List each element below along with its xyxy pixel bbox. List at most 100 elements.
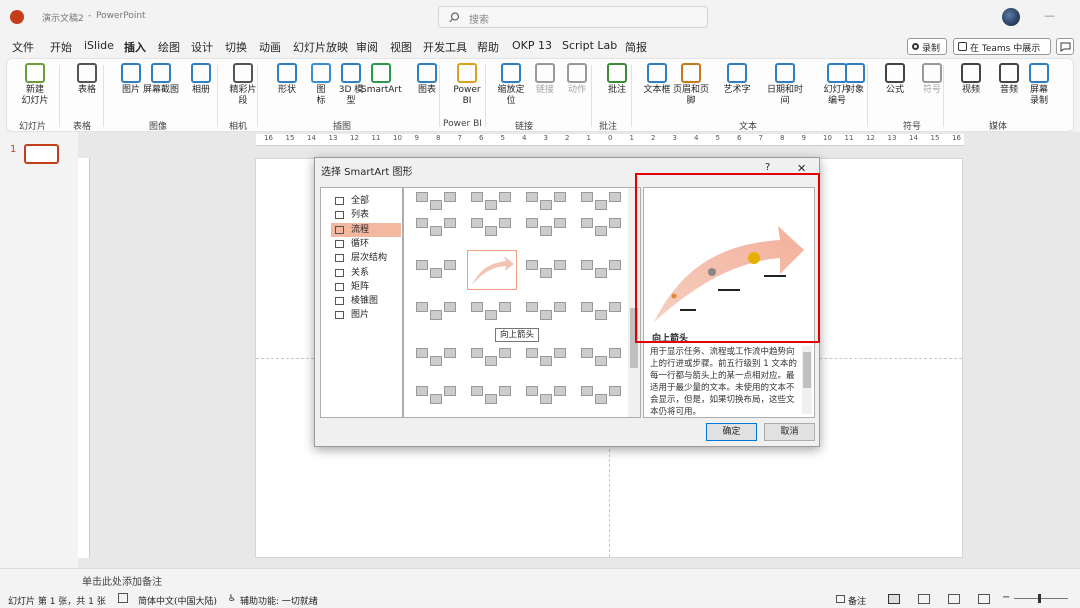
ribbon-button-10[interactable]: 图表: [407, 63, 447, 96]
comments-button[interactable]: [1056, 38, 1074, 55]
tab-2[interactable]: iSlide: [84, 39, 114, 52]
layout-thumbnail[interactable]: [467, 376, 517, 416]
layout-thumbnail[interactable]: [467, 250, 517, 290]
layout-thumbnail[interactable]: [577, 376, 627, 416]
ribbon: 新建 幻灯片 表格 图片 屏幕截图 相册 精彩片 段形状图 标 3D 模 型 SmartArt…: [6, 58, 1074, 132]
preview-description: 用于显示任务、流程或工作流中趋势向上的行进或步骤。前五行级别 1 文本的每一行都…: [650, 346, 798, 416]
thumb-shape: [485, 394, 497, 404]
category-item-2[interactable]: 流程: [331, 222, 401, 237]
ok-button[interactable]: 确定: [706, 423, 757, 441]
tab-9[interactable]: 审阅: [356, 39, 378, 55]
description-scrollbar[interactable]: [802, 346, 812, 414]
zoom-out-icon[interactable]: −: [1002, 592, 1010, 603]
ribbon-button-9[interactable]: SmartArt: [361, 63, 402, 96]
ribbon-button-23[interactable]: 符号: [912, 63, 952, 96]
layout-thumbnail[interactable]: [522, 208, 572, 248]
record-button[interactable]: 录制: [907, 38, 947, 55]
ruler-number: 14: [307, 134, 316, 142]
tab-3[interactable]: 插入: [124, 39, 146, 60]
notes-pane[interactable]: 单击此处添加备注: [0, 568, 1080, 590]
ribbon-button-label: 视频: [961, 85, 980, 95]
user-avatar[interactable]: [1002, 8, 1020, 26]
category-item-0[interactable]: 全部: [331, 194, 401, 208]
layout-thumbnail[interactable]: [412, 338, 462, 378]
sorter-view-icon[interactable]: [918, 594, 930, 604]
category-item-7[interactable]: 棱锥图: [331, 294, 401, 308]
layout-thumbnail[interactable]: [577, 250, 627, 290]
minimize-icon[interactable]: —: [1044, 9, 1055, 22]
layout-thumbnail[interactable]: [577, 208, 627, 248]
slide-thumbnail[interactable]: [24, 144, 59, 164]
reading-view-icon[interactable]: [948, 594, 960, 604]
layout-thumbnail[interactable]: [412, 250, 462, 290]
tab-6[interactable]: 切换: [225, 39, 247, 55]
ruler-number: 16: [952, 134, 961, 142]
comment-icon: [607, 63, 627, 83]
category-item-3[interactable]: 循环: [331, 237, 401, 251]
layout-thumbnail[interactable]: [522, 292, 572, 332]
layout-thumbnail[interactable]: [577, 338, 627, 378]
accessibility-icon[interactable]: ♿: [228, 594, 236, 604]
tab-13[interactable]: OKP 13: [512, 39, 552, 52]
notes-toggle-label[interactable]: 备注: [848, 594, 866, 607]
tab-4[interactable]: 绘图: [158, 39, 180, 55]
ribbon-button-label: 对象: [845, 85, 864, 95]
tab-15[interactable]: 简报: [625, 39, 647, 55]
layout-thumbnail[interactable]: [412, 208, 462, 248]
cancel-button[interactable]: 取消: [764, 423, 815, 441]
ribbon-button-24[interactable]: 视频: [951, 63, 991, 96]
category-item-5[interactable]: 关系: [331, 266, 401, 280]
layout-thumbnail[interactable]: [467, 338, 517, 378]
layout-thumbnail[interactable]: [522, 376, 572, 416]
spellcheck-icon[interactable]: [118, 593, 128, 603]
layout-thumbnail[interactable]: [467, 292, 517, 332]
category-item-4[interactable]: 层次结构: [331, 251, 401, 265]
ribbon-button-11[interactable]: Power BI: [447, 63, 487, 107]
zoom-slider-thumb[interactable]: [1038, 594, 1041, 603]
ribbon-button-label: 艺术字: [723, 85, 751, 95]
category-item-1[interactable]: 列表: [331, 208, 401, 222]
layout-thumbnail[interactable]: [412, 292, 462, 332]
ribbon-button-22[interactable]: 公式: [875, 63, 915, 96]
tab-11[interactable]: 开发工具: [423, 39, 467, 55]
ribbon-button-17[interactable]: 页眉和页脚: [671, 63, 711, 107]
ribbon-button-26[interactable]: 屏幕 录制: [1019, 63, 1059, 107]
tab-5[interactable]: 设计: [191, 39, 213, 55]
ribbon-button-18[interactable]: 艺术字: [717, 63, 757, 96]
layout-thumbnail[interactable]: [577, 292, 627, 332]
ribbon-button-label: 屏幕 录制: [1029, 85, 1048, 106]
accessibility-label[interactable]: 辅助功能: 一切就绪: [240, 594, 318, 607]
category-item-8[interactable]: 图片: [331, 308, 401, 322]
teams-present-button[interactable]: 在 Teams 中展示: [953, 38, 1051, 55]
ribbon-button-19[interactable]: 日期和时间: [765, 63, 805, 107]
ribbon-button-label: 动作: [567, 85, 586, 95]
notes-toggle-icon[interactable]: [836, 595, 845, 603]
zoom-slider[interactable]: [1014, 594, 1068, 603]
layout-thumbnail[interactable]: [412, 376, 462, 416]
layout-thumbnail[interactable]: [522, 338, 572, 378]
tab-8[interactable]: 幻灯片放映: [293, 39, 348, 55]
ribbon-button-21[interactable]: 对象: [835, 63, 875, 96]
layout-thumbnail[interactable]: [467, 208, 517, 248]
category-item-6[interactable]: 矩阵: [331, 280, 401, 294]
normal-view-icon[interactable]: [888, 594, 900, 604]
ribbon-button-0[interactable]: 新建 幻灯片: [15, 63, 55, 107]
tab-12[interactable]: 帮助: [477, 39, 499, 55]
language-label[interactable]: 简体中文(中国大陆): [138, 594, 217, 607]
tab-0[interactable]: 文件: [12, 39, 34, 55]
help-button[interactable]: ?: [765, 162, 770, 173]
slideshow-view-icon[interactable]: [978, 594, 990, 604]
tab-7[interactable]: 动画: [259, 39, 281, 55]
ribbon-button-1[interactable]: 表格: [67, 63, 107, 96]
tab-14[interactable]: Script Lab: [562, 39, 617, 52]
tab-1[interactable]: 开始: [50, 39, 72, 55]
search-box[interactable]: 搜索: [438, 6, 708, 28]
description-scroll-thumb[interactable]: [803, 352, 811, 388]
datetime-icon: [775, 63, 795, 83]
relationship-icon: [335, 268, 344, 277]
tab-10[interactable]: 视图: [390, 39, 412, 55]
layout-thumbnail[interactable]: [522, 250, 572, 290]
ribbon-button-3[interactable]: 屏幕截图: [141, 63, 181, 96]
ribbon-button-4[interactable]: 相册: [181, 63, 221, 96]
thumb-shape: [471, 218, 483, 228]
